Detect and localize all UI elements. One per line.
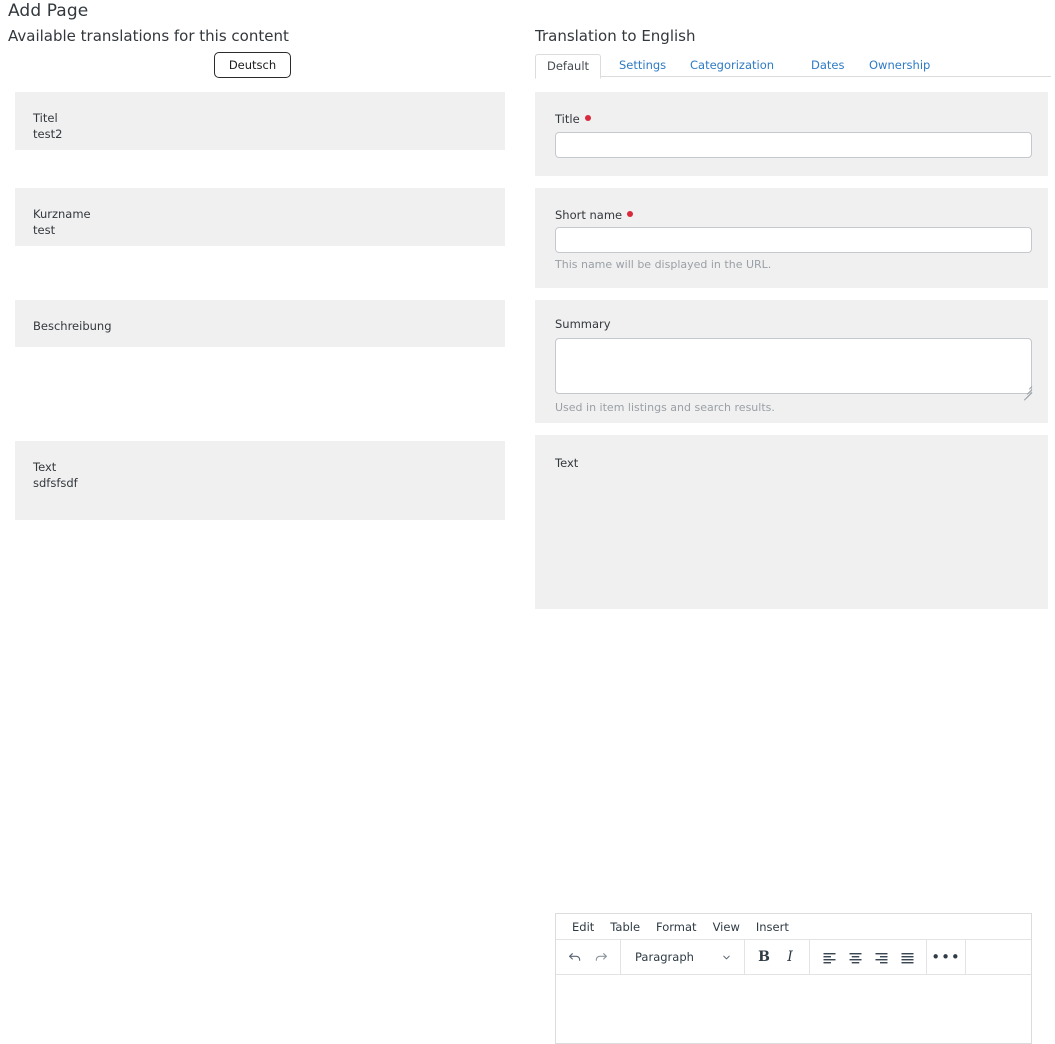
editor-menu-insert[interactable]: Insert <box>748 919 797 935</box>
text-field-label: Text <box>555 456 578 471</box>
required-dot-icon <box>627 211 634 217</box>
tab-ownership[interactable]: Ownership <box>858 54 941 77</box>
short-name-help-text: This name will be displayed in the URL. <box>555 258 772 271</box>
tab-bar: Default Settings Categorization Dates Ow… <box>535 54 1051 79</box>
align-justify-button[interactable] <box>894 944 920 970</box>
align-justify-icon <box>900 950 915 965</box>
align-left-button[interactable] <box>816 944 842 970</box>
editor-toolbar: Paragraph B I ••• <box>556 940 1031 975</box>
summary-textarea[interactable] <box>555 338 1032 394</box>
source-block-label: Titel <box>33 111 58 125</box>
source-block-label: Beschreibung <box>33 319 112 333</box>
more-options-button[interactable]: ••• <box>931 944 960 970</box>
chevron-down-icon <box>721 952 732 963</box>
italic-button[interactable]: I <box>777 944 803 970</box>
title-field-label: Title <box>555 112 591 127</box>
source-block-label: Text <box>33 460 57 474</box>
short-name-label-text: Short name <box>555 208 623 222</box>
field-panel-short-name: Short name This name will be displayed i… <box>535 188 1048 288</box>
toolbar-group-format-select: Paragraph <box>621 940 745 974</box>
field-panel-title: Title <box>535 92 1048 176</box>
translation-target-column: Translation to English Default Settings … <box>530 0 1055 1044</box>
source-block-label: Kurzname <box>33 207 91 221</box>
text-label-text: Text <box>555 456 579 470</box>
short-name-input[interactable] <box>555 227 1032 253</box>
field-panel-summary: Summary Used in item listings and search… <box>535 300 1048 423</box>
translation-heading: Translation to English <box>535 27 696 45</box>
summary-field-label: Summary <box>555 317 611 332</box>
title-label-text: Title <box>555 112 580 126</box>
toolbar-group-styles: B I <box>745 940 810 974</box>
undo-button[interactable] <box>562 944 588 970</box>
source-block-value: test <box>33 223 56 237</box>
summary-help-text: Used in item listings and search results… <box>555 401 775 414</box>
language-button-deutsch[interactable]: Deutsch <box>213 52 292 78</box>
editor-menu-format[interactable]: Format <box>648 919 705 935</box>
toolbar-group-alignment <box>810 940 927 974</box>
editor-menu-view[interactable]: View <box>705 919 748 935</box>
source-block-value: sdfsfsdf <box>33 476 78 490</box>
short-name-field-label: Short name <box>555 208 634 223</box>
editor-menu-edit[interactable]: Edit <box>564 919 602 935</box>
tab-settings[interactable]: Settings <box>608 54 677 77</box>
align-center-icon <box>848 950 863 965</box>
available-translations-label: Available translations for this content <box>8 27 289 45</box>
source-block-text: Text sdfsfsdf <box>15 441 505 520</box>
required-dot-icon <box>584 115 591 121</box>
tab-categorization[interactable]: Categorization <box>679 54 785 77</box>
source-block-beschreibung: Beschreibung <box>15 300 505 347</box>
paragraph-format-select[interactable]: Paragraph <box>627 944 738 970</box>
tab-default[interactable]: Default <box>535 54 602 79</box>
source-block-titel: Titel test2 <box>15 92 505 150</box>
page-title: Add Page <box>8 1 89 21</box>
undo-icon <box>567 949 583 965</box>
toolbar-group-overflow: ••• <box>927 940 966 974</box>
source-block-kurzname: Kurzname test <box>15 188 505 246</box>
format-select-value: Paragraph <box>635 950 694 964</box>
rich-text-editor: Edit Table Format View Insert Paragraph … <box>555 913 1032 1044</box>
translations-source-column: Add Page Available translations for this… <box>0 0 530 609</box>
redo-button[interactable] <box>588 944 614 970</box>
title-input[interactable] <box>555 132 1032 158</box>
editor-menu-table[interactable]: Table <box>602 919 648 935</box>
field-panel-text: Text Edit Table Format View Insert Parag… <box>535 435 1048 1044</box>
align-right-button[interactable] <box>868 944 894 970</box>
editor-menubar: Edit Table Format View Insert <box>556 914 1031 940</box>
editor-content-area[interactable] <box>556 975 1031 1043</box>
toolbar-group-history <box>556 940 621 974</box>
align-center-button[interactable] <box>842 944 868 970</box>
redo-icon <box>593 949 609 965</box>
tab-dates[interactable]: Dates <box>800 54 855 77</box>
align-right-icon <box>874 950 889 965</box>
bold-button[interactable]: B <box>751 944 777 970</box>
align-left-icon <box>822 950 837 965</box>
summary-label-text: Summary <box>555 317 611 331</box>
page-root: Add Page Available translations for this… <box>0 0 1055 1044</box>
source-block-value: test2 <box>33 127 63 141</box>
language-button-container: Deutsch <box>0 52 505 78</box>
